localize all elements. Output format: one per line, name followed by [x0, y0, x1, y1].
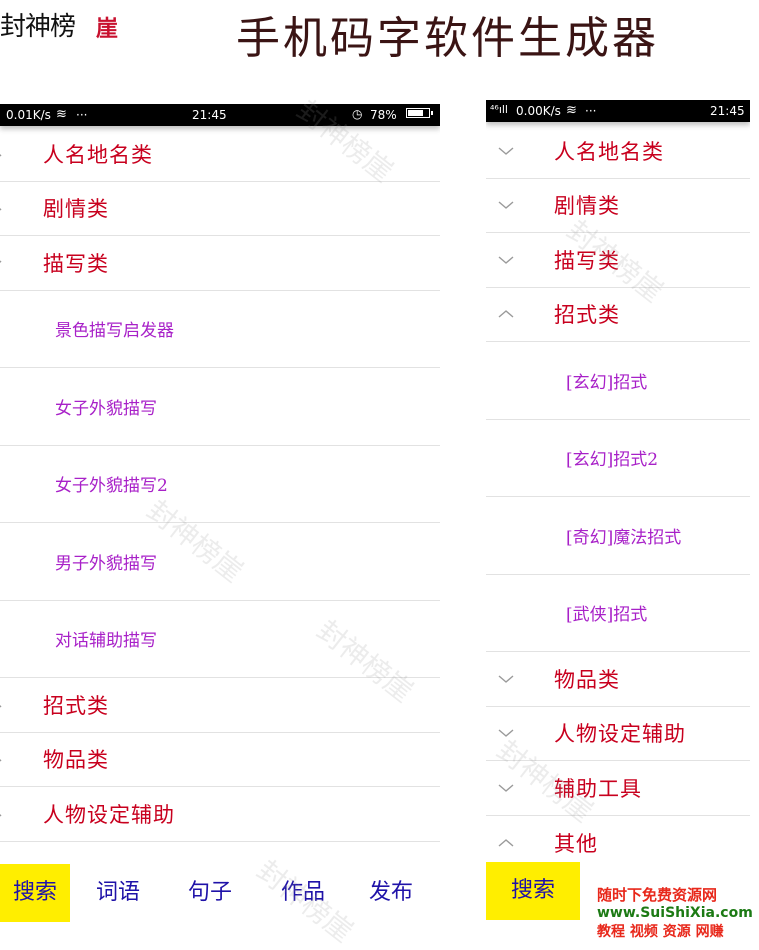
subitem-label: [玄幻]招式: [566, 372, 648, 393]
status-bar: 0.01K/s ≋ ··· 21:45 ◷ 78%: [0, 104, 440, 126]
chevron-down-icon: [0, 787, 5, 841]
category-label: 描写类: [554, 248, 620, 273]
category-row[interactable]: 描写类: [486, 233, 750, 288]
category-label: 人物设定辅助: [43, 802, 175, 827]
subitem-label: 男子外貌描写: [55, 553, 157, 574]
site-watermark-name: 随时下免费资源网: [597, 886, 718, 904]
category-row[interactable]: 剧情类: [0, 182, 440, 236]
chevron-down-icon: [498, 233, 514, 287]
category-row[interactable]: 剧情类: [486, 179, 750, 233]
right-phone-screen: ⁴⁶ıll 0.00K/s ≋ ··· 21:45 人名地名类 剧情类 描写类: [486, 100, 750, 950]
chevron-down-icon: [498, 179, 514, 233]
subitem-label: 景色描写启发器: [55, 321, 174, 342]
network-speed: 0.00K/s: [516, 104, 561, 118]
chevron-down-icon: [0, 182, 5, 236]
chevron-down-icon: [498, 707, 514, 761]
status-time: 21:45: [192, 108, 227, 122]
category-row[interactable]: 描写类: [0, 236, 440, 291]
chevron-down-icon: [498, 652, 514, 706]
nav-search[interactable]: 搜索: [486, 862, 580, 920]
subitem-label: [玄幻]招式2: [566, 450, 659, 471]
category-row[interactable]: 人物设定辅助: [0, 787, 440, 842]
subitem-label: 对话辅助描写: [55, 631, 157, 652]
network-speed: 0.01K/s: [6, 108, 51, 122]
chevron-up-icon: [498, 288, 514, 342]
category-label: 招式类: [43, 693, 109, 718]
category-row[interactable]: 人名地名类: [486, 124, 750, 179]
subitem-label: [奇幻]魔法招式: [566, 527, 682, 548]
category-row[interactable]: 物品类: [0, 733, 440, 787]
category-row[interactable]: 招式类: [0, 678, 440, 733]
status-time: 21:45: [710, 104, 745, 118]
nav-publish[interactable]: 发布: [369, 864, 413, 922]
subitem-row[interactable]: [武侠]招式: [486, 575, 750, 652]
category-label: 物品类: [554, 667, 620, 692]
category-label: 其他: [554, 831, 598, 856]
category-row[interactable]: 人物设定辅助: [486, 707, 750, 761]
category-label: 人名地名类: [554, 139, 664, 164]
category-row[interactable]: 招式类: [486, 288, 750, 342]
subitem-label: 女子外貌描写: [55, 398, 157, 419]
category-row[interactable]: 辅助工具: [486, 761, 750, 816]
site-watermark-url: www.SuiShiXia.com: [597, 905, 753, 921]
category-row[interactable]: 物品类: [486, 652, 750, 707]
category-menu: 人名地名类 剧情类 描写类 招式类 [玄幻]招式 [玄幻]招式2 [奇幻]魔法招…: [486, 124, 750, 870]
status-bar: ⁴⁶ıll 0.00K/s ≋ ··· 21:45: [486, 100, 750, 122]
category-label: 人名地名类: [43, 142, 153, 167]
subitem-row[interactable]: 景色描写启发器: [0, 291, 440, 368]
wifi-icon: ≋: [566, 103, 577, 118]
chevron-down-icon: [498, 761, 514, 815]
subitem-row[interactable]: [玄幻]招式2: [486, 420, 750, 497]
nav-works[interactable]: 作品: [281, 864, 325, 922]
category-menu: 人名地名类 剧情类 描写类 景色描写启发器 女子外貌描写 女子外貌描写2 男子外…: [0, 127, 440, 842]
chevron-down-icon: [0, 733, 5, 787]
logo: 封神榜: [0, 12, 76, 42]
alarm-icon: ◷: [352, 107, 363, 121]
category-label: 招式类: [554, 303, 620, 328]
subitem-row[interactable]: [奇幻]魔法招式: [486, 497, 750, 575]
page-title: 手机码字软件生成器: [236, 13, 659, 64]
category-label: 描写类: [43, 251, 109, 276]
subitem-row[interactable]: 女子外貌描写2: [0, 446, 440, 523]
subitem-label: 女子外貌描写2: [55, 476, 168, 497]
chevron-up-icon: [0, 236, 5, 290]
category-label: 剧情类: [43, 197, 109, 222]
subitem-row[interactable]: 女子外貌描写: [0, 368, 440, 446]
category-label: 剧情类: [554, 194, 620, 219]
left-phone-screen: 0.01K/s ≋ ··· 21:45 ◷ 78% 人名地名类 剧情类 描写类: [0, 104, 440, 950]
category-label: 辅助工具: [554, 776, 642, 801]
category-label: 人物设定辅助: [554, 722, 686, 747]
category-label: 物品类: [43, 748, 109, 773]
nav-words[interactable]: 词语: [96, 864, 140, 922]
battery-icon: [406, 108, 433, 118]
site-watermark: 随时下免费资源网 www.SuiShiXia.com 教程 视频 资源 网赚: [597, 884, 759, 950]
category-row[interactable]: 人名地名类: [0, 127, 440, 182]
subitem-label: [武侠]招式: [566, 605, 648, 626]
bottom-nav: 搜索 词语 句子 作品 发布: [0, 864, 440, 922]
subitem-row[interactable]: 对话辅助描写: [0, 601, 440, 678]
more-dots: ···: [585, 104, 597, 118]
subitem-row[interactable]: 男子外貌描写: [0, 523, 440, 601]
subitem-row[interactable]: [玄幻]招式: [486, 342, 750, 420]
chevron-down-icon: [498, 124, 514, 178]
site-watermark-tagline: 教程 视频 资源 网赚: [597, 924, 724, 940]
chevron-down-icon: [0, 678, 5, 732]
nav-sentences[interactable]: 句子: [188, 864, 232, 922]
signal-icon: ⁴⁶ıll: [490, 103, 508, 116]
more-dots: ···: [76, 108, 88, 122]
battery-percent: 78%: [370, 108, 397, 122]
nav-search[interactable]: 搜索: [0, 864, 70, 922]
wifi-icon: ≋: [56, 107, 67, 122]
seal-stamp: 崖: [95, 16, 118, 42]
chevron-down-icon: [0, 127, 5, 181]
